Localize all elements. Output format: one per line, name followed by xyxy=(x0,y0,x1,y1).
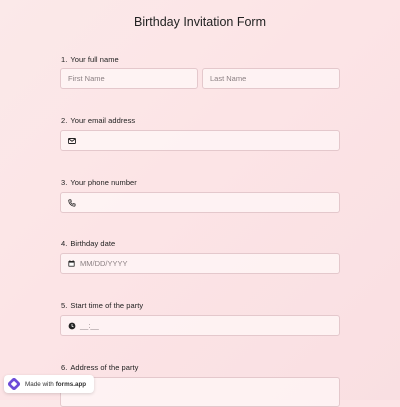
birthday-date-placeholder: MM/DD/YYYY xyxy=(80,259,128,268)
form-page: Birthday Invitation Form 1. Your full nam… xyxy=(0,0,400,407)
question-label-phone: 3. Your phone number xyxy=(61,178,137,187)
question-label-email: 2. Your email address xyxy=(61,116,135,125)
question-number: 3. xyxy=(61,178,68,187)
clock-icon xyxy=(67,321,76,330)
question-text: Address of the party xyxy=(70,363,139,372)
question-label-start-time: 5. Start time of the party xyxy=(61,301,143,310)
first-name-input[interactable]: First Name xyxy=(60,68,198,89)
question-label-full-name: 1. Your full name xyxy=(61,55,119,64)
question-number: 2. xyxy=(61,116,68,125)
calendar-icon xyxy=(67,259,76,268)
form-title: Birthday Invitation Form xyxy=(134,15,266,29)
email-input[interactable] xyxy=(60,130,340,151)
phone-icon xyxy=(67,198,76,207)
phone-input[interactable] xyxy=(60,192,340,213)
last-name-input[interactable]: Last Name xyxy=(202,68,340,89)
envelope-icon xyxy=(67,136,76,145)
address-textarea[interactable] xyxy=(60,377,340,407)
question-text: Your email address xyxy=(70,116,136,125)
question-number: 4. xyxy=(61,239,68,248)
badge-brand: forms.app xyxy=(55,380,87,388)
question-text: Start time of the party xyxy=(70,301,144,310)
badge-prefix: Made with xyxy=(25,380,54,388)
question-text: Your full name xyxy=(70,55,119,64)
question-number: 1. xyxy=(61,55,68,64)
question-text: Your phone number xyxy=(70,178,137,187)
first-name-placeholder: First Name xyxy=(68,74,105,83)
question-label-address: 6. Address of the party xyxy=(61,363,138,372)
question-number: 5. xyxy=(61,301,68,310)
question-label-birthday: 4. Birthday date xyxy=(61,239,115,248)
question-number: 6. xyxy=(61,363,68,372)
start-time-input[interactable]: __:__ xyxy=(60,315,340,336)
forms-app-logo-icon xyxy=(8,378,20,390)
birthday-date-input[interactable]: MM/DD/YYYY xyxy=(60,253,340,274)
question-text: Birthday date xyxy=(70,239,116,248)
start-time-placeholder: __:__ xyxy=(80,321,99,330)
last-name-placeholder: Last Name xyxy=(210,74,247,83)
made-with-badge[interactable]: Made with forms.app xyxy=(4,375,95,393)
